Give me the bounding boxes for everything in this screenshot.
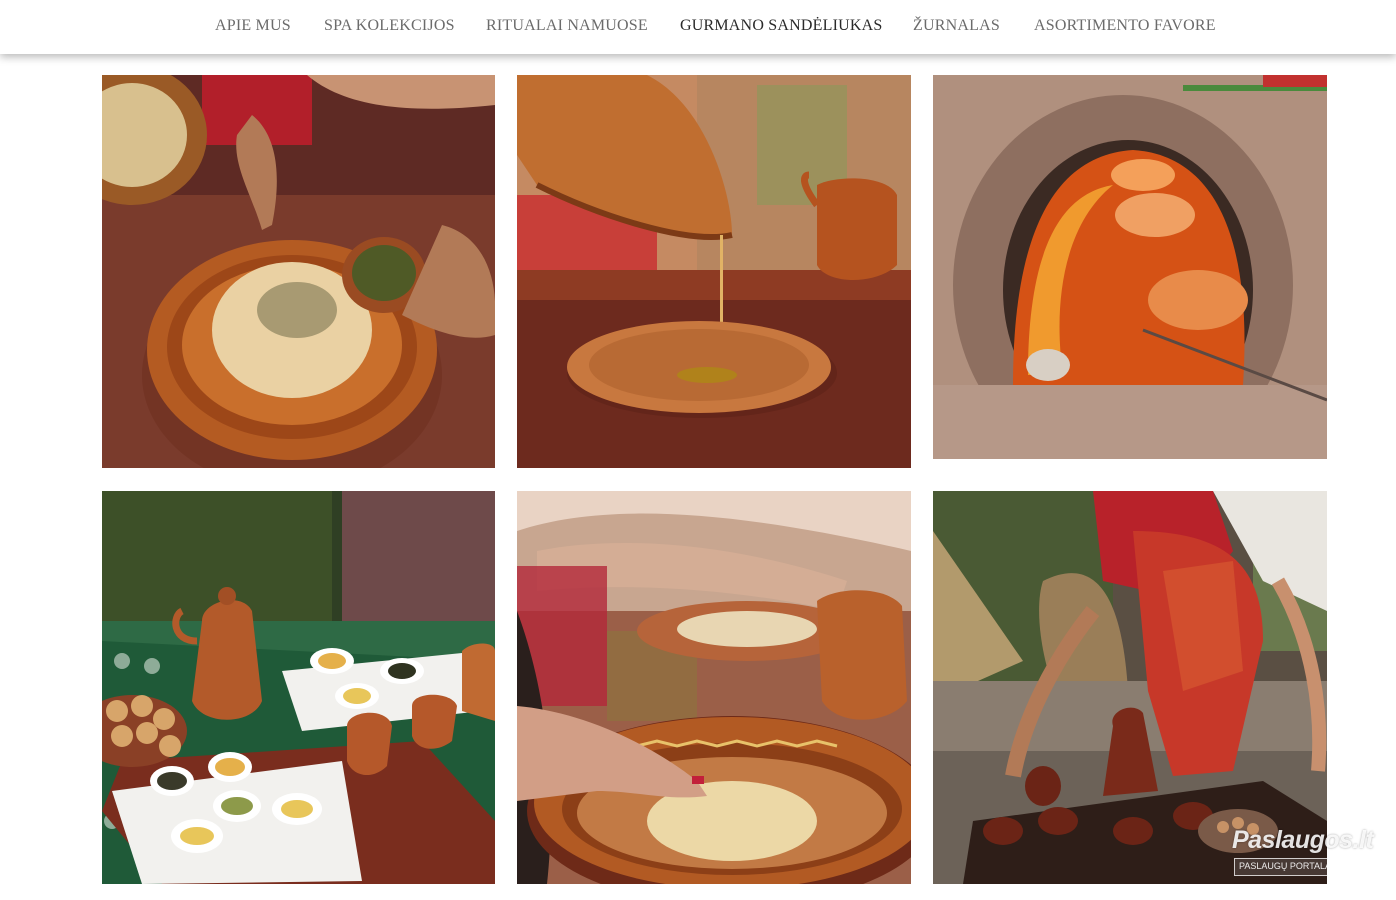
- gallery-photo-clay-oven[interactable]: [933, 75, 1327, 459]
- nav-item-spa-kolekcijos[interactable]: SPA KOLEKCIJOS: [324, 17, 455, 35]
- nav-item-apie-mus[interactable]: APIE MUS: [215, 17, 291, 35]
- main-navigation: APIE MUS SPA KOLEKCIJOS RITUALAI NAMUOSE…: [0, 0, 1396, 54]
- watermark-brand: Paslaugos.lt: [1232, 826, 1374, 854]
- gallery-photo-spice-bowl[interactable]: [102, 75, 495, 468]
- nav-item-ritualai-namuose[interactable]: RITUALAI NAMUOSE: [486, 17, 648, 35]
- oil-pouring-icon: [517, 75, 911, 468]
- nav-item-asortimento-favore[interactable]: ASORTIMENTO FAVORE: [1034, 17, 1216, 35]
- dough-kneading-icon: [517, 491, 911, 884]
- paslaugos-watermark: Paslaugos.lt PASLAUGŲ PORTALAS Nr.1: [1232, 826, 1374, 878]
- watermark-badge: Nr.1: [1343, 859, 1366, 873]
- watermark-subtitle: PASLAUGŲ PORTALAS: [1239, 861, 1338, 871]
- clay-oven-icon: [933, 75, 1327, 459]
- watermark-bar: PASLAUGŲ PORTALAS Nr.1: [1234, 858, 1370, 876]
- nav-item-zurnalas[interactable]: ŽURNALAS: [913, 17, 1000, 35]
- nav-item-gurmano-sandeliukas[interactable]: GURMANO SANDĖLIUKAS: [680, 17, 882, 35]
- gallery-photo-oil-pouring[interactable]: [517, 75, 911, 468]
- spice-bowl-icon: [102, 75, 495, 468]
- gallery-photo-dough-kneading[interactable]: [517, 491, 911, 884]
- gallery-photo-tea-table[interactable]: [102, 491, 495, 884]
- tea-table-icon: [102, 491, 495, 884]
- photo-gallery: [0, 0, 1396, 900]
